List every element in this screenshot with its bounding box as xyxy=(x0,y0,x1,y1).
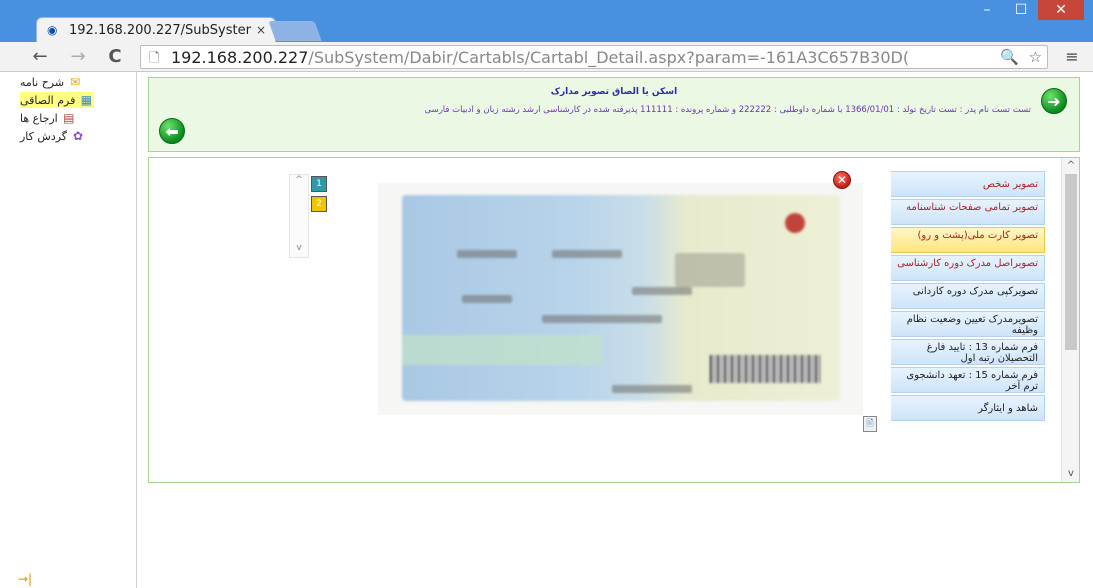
doc-tab-label: شاهد و ایثارگر xyxy=(978,403,1038,414)
tab-title: 192.168.200.227/SubSyster xyxy=(69,22,251,38)
page-list-down-icon[interactable]: v xyxy=(290,243,308,255)
doc-tab-associate-degree[interactable]: تصویرکپی مدرک دوره کاردانی xyxy=(891,283,1045,309)
attach-file-icon[interactable]: 🖹 xyxy=(863,416,877,432)
scroll-up-icon[interactable]: ^ xyxy=(1062,158,1080,174)
window-controls: – ☐ ✕ xyxy=(970,0,1084,22)
doc-tab-birth-certificate[interactable]: تصویر تمامی صفحات شناسنامه xyxy=(891,199,1045,225)
sidebar: ✉ شرح نامه ▦ فرم الصاقی ▤ ارجاع ها ✿ گرد… xyxy=(0,72,137,588)
forward-arrow-icon[interactable]: ➜ xyxy=(1041,88,1067,114)
doc-tab-personal-photo[interactable]: تصویر شخص xyxy=(891,171,1045,197)
sidebar-item-label: ارجاع ها xyxy=(20,111,58,125)
card-band xyxy=(402,335,602,365)
doc-tab-label: تصویر شخص xyxy=(982,179,1038,190)
collapse-sidebar-icon[interactable]: →| xyxy=(18,572,32,586)
card-text-line xyxy=(552,250,622,258)
card-barcode xyxy=(710,355,820,383)
doc-tab-label: تصویرکپی مدرک دوره کاردانی xyxy=(912,286,1038,297)
doc-tab-form-13[interactable]: فرم شماره 13 : تایید فارغ التحصیلان رتبه… xyxy=(891,339,1045,365)
doc-tab-form-15[interactable]: فرم شماره 15 : تعهد دانشجوی ترم آخر xyxy=(891,367,1045,393)
maximize-button[interactable]: ☐ xyxy=(1004,0,1038,20)
national-card-image xyxy=(378,183,863,415)
minimize-button[interactable]: – xyxy=(970,0,1004,20)
window-close-button[interactable]: ✕ xyxy=(1038,0,1084,20)
scroll-down-icon[interactable]: v xyxy=(1062,466,1080,482)
doc-tab-bachelor-degree[interactable]: تصویراصل مدرک دوره کارشناسی xyxy=(891,255,1045,281)
card-text-line xyxy=(612,385,692,393)
sidebar-item-letter-description[interactable]: ✉ شرح نامه xyxy=(20,74,83,90)
address-bar[interactable]: 🗋 192.168.200.227/SubSystem/Dabir/Cartab… xyxy=(140,45,1048,69)
doc-tab-label: تصویر تمامی صفحات شناسنامه xyxy=(906,202,1038,213)
scroll-thumb[interactable] xyxy=(1065,174,1077,350)
applicant-header: اسکن یا الصاق تصویر مدارک تست تست نام پد… xyxy=(148,77,1080,152)
doc-tab-label: تصویراصل مدرک دوره کارشناسی xyxy=(897,258,1038,269)
browser-tab[interactable]: ◉ 192.168.200.227/SubSyster × xyxy=(36,17,276,42)
card-text-line xyxy=(462,295,512,303)
back-button[interactable]: ← xyxy=(28,46,52,68)
doc-tab-label: تصویرمدرک تعیین وضعیت نظام وظیفه xyxy=(906,314,1038,336)
applicant-info: تست تست نام پدر : تست تاریخ تولد : 1366/… xyxy=(424,105,1031,115)
back-arrow-icon[interactable]: ⬅ xyxy=(159,118,185,144)
card-text-line xyxy=(542,315,662,323)
page-icon: 🗋 xyxy=(149,51,160,66)
sidebar-item-referrals[interactable]: ▤ ارجاع ها xyxy=(20,110,77,126)
doc-tab-veteran[interactable]: شاهد و ایثارگر xyxy=(891,395,1045,421)
doc-tab-military-status[interactable]: تصویرمدرک تعیین وضعیت نظام وظیفه xyxy=(891,311,1045,337)
url-path: /SubSystem/Dabir/Cartabls/Cartabl_Detail… xyxy=(308,47,910,67)
page-list[interactable]: ^ v xyxy=(289,174,309,258)
sidebar-item-label: گردش کار xyxy=(20,129,68,143)
bookmark-star-icon[interactable]: ☆ xyxy=(1029,48,1042,66)
form-icon: ▦ xyxy=(80,93,93,107)
sidebar-item-label: فرم الصاقی xyxy=(20,93,76,107)
doc-tab-label: تصویر کارت ملی(پشت و رو) xyxy=(917,230,1038,241)
page-list-up-icon[interactable]: ^ xyxy=(290,175,308,187)
forward-icon: ▤ xyxy=(63,111,75,125)
workflow-icon: ✿ xyxy=(73,129,84,143)
tab-close-icon[interactable]: × xyxy=(253,23,269,37)
url-host: 192.168.200.227 xyxy=(171,47,309,67)
doc-tab-label: فرم شماره 13 : تایید فارغ التحصیلان رتبه… xyxy=(926,342,1038,364)
new-tab-button[interactable] xyxy=(268,21,322,41)
omnibox-icons: 🔍 ☆ xyxy=(995,48,1047,66)
card-photo-area xyxy=(675,253,745,287)
page-viewport: ✉ شرح نامه ▦ فرم الصاقی ▤ ارجاع ها ✿ گرد… xyxy=(0,72,1093,588)
card-scan xyxy=(402,195,840,401)
document-panel: ^ v 1 2 ✕ 🖹 تصویر شخص تصویر تمامی صفحات … xyxy=(148,157,1080,483)
browser-menu-icon[interactable]: ≡ xyxy=(1063,48,1081,66)
page-title: اسکن یا الصاق تصویر مدارک xyxy=(550,87,678,97)
zoom-icon[interactable]: 🔍 xyxy=(1000,48,1019,66)
card-text-line xyxy=(457,250,517,258)
card-emblem xyxy=(785,213,805,233)
browser-titlebar: ◉ 192.168.200.227/SubSyster × – ☐ ✕ xyxy=(0,0,1093,42)
close-image-icon[interactable]: ✕ xyxy=(833,171,851,189)
browser-toolbar: ← → C 🗋 192.168.200.227/SubSystem/Dabir/… xyxy=(0,42,1093,72)
sidebar-item-workflow[interactable]: ✿ گردش کار xyxy=(20,128,86,144)
sidebar-item-label: شرح نامه xyxy=(20,75,65,89)
envelope-icon: ✉ xyxy=(70,75,81,89)
site-favicon-icon: ◉ xyxy=(47,23,58,37)
card-text-line xyxy=(632,287,692,295)
doc-tab-label: فرم شماره 15 : تعهد دانشجوی ترم آخر xyxy=(906,370,1038,392)
sidebar-item-attached-form[interactable]: ▦ فرم الصاقی xyxy=(20,92,95,108)
document-panel-scrollbar[interactable]: ^ v xyxy=(1061,158,1079,482)
page-button-1[interactable]: 1 xyxy=(311,176,327,192)
page-button-2[interactable]: 2 xyxy=(311,196,327,212)
reload-button[interactable]: C xyxy=(103,46,127,68)
forward-button[interactable]: → xyxy=(66,46,90,68)
doc-tab-national-card[interactable]: تصویر کارت ملی(پشت و رو) xyxy=(891,227,1045,253)
url-text[interactable]: 192.168.200.227/SubSystem/Dabir/Cartabls… xyxy=(171,48,995,67)
